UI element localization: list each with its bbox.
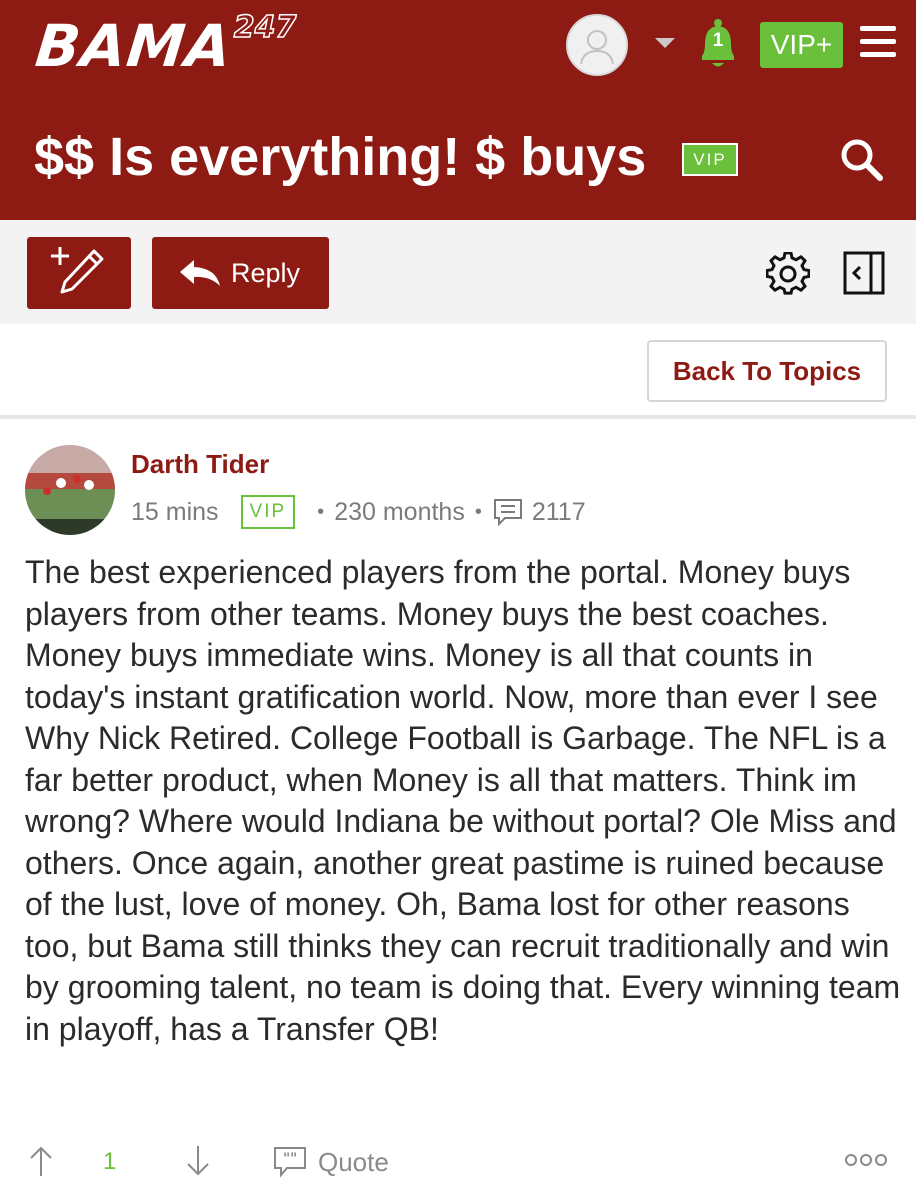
logo-text: BAMA [32,12,236,80]
post-meta: 15 mins VIP • 230 months • 2117 [131,492,586,532]
thread-toolbar: Reply [0,220,916,324]
back-to-topics-button[interactable]: Back To Topics [647,340,887,402]
separator-dot: • [317,500,325,523]
reply-button[interactable]: Reply [152,237,329,309]
user-avatar[interactable] [566,14,628,76]
search-icon[interactable] [838,136,886,184]
thread-title: $$ Is everything! $ buys [34,127,647,187]
separator-dot: • [474,500,482,523]
downvote-arrow-icon[interactable] [185,1144,211,1178]
membership-length: 230 months [334,497,465,526]
notifications-button[interactable]: 1 [695,18,741,72]
site-logo[interactable]: BAMA 247 [32,8,297,80]
section-divider [0,415,916,419]
reply-arrow-icon [180,260,220,286]
logo-number: 247 [233,9,297,46]
post-time: 15 mins [131,497,219,526]
vip-plus-button[interactable]: VIP+ [760,22,843,68]
posts-count-icon [493,499,522,527]
notification-count: 1 [712,30,724,51]
gear-icon[interactable] [765,251,811,296]
site-header: BAMA 247 1 VIP+ $$ Is everything! $ buys… [0,0,916,220]
quote-icon[interactable]: " " [273,1146,307,1178]
post-body: The best experienced players from the po… [25,554,901,1047]
reply-label: Reply [231,258,301,288]
chevron-down-icon[interactable] [655,38,675,48]
hamburger-menu-icon[interactable] [860,26,896,58]
pencil-plus-icon [51,247,104,294]
post-count: 2117 [531,497,586,526]
post-actions: 1 " " Quote [0,1138,916,1188]
vip-badge: VIP [682,143,738,176]
quote-button[interactable]: Quote [318,1147,389,1178]
vote-count: 1 [103,1148,117,1175]
author-avatar[interactable] [25,445,115,535]
author-vip-badge: VIP [240,495,296,529]
user-silhouette-icon [580,30,614,65]
author-name[interactable]: Darth Tider [131,448,269,480]
upvote-arrow-icon[interactable] [28,1144,54,1178]
collapse-panel-icon[interactable] [843,251,885,295]
new-post-button[interactable] [27,237,131,309]
more-options-icon[interactable] [844,1152,888,1168]
svg-text:": " [290,1151,297,1167]
